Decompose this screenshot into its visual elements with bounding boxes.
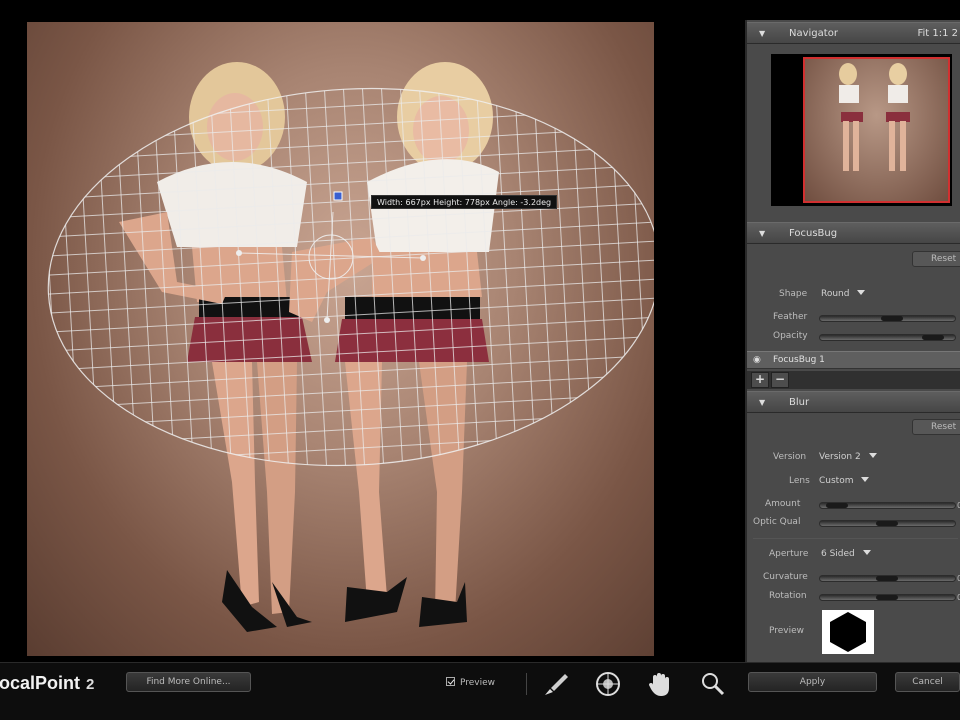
optic-qual-slider-knob[interactable]: [876, 521, 898, 526]
aperture-label: Aperture: [769, 549, 809, 559]
photo-figures: [37, 62, 654, 632]
figure-right: [289, 62, 499, 627]
rotate-handle[interactable]: [333, 191, 343, 201]
add-layer-button[interactable]: +: [751, 372, 769, 388]
blur-reset-button[interactable]: Reset: [912, 419, 960, 435]
blur-header[interactable]: ▼ Blur: [747, 391, 960, 413]
opacity-slider-knob[interactable]: [922, 335, 944, 340]
lens-dropdown[interactable]: Custom: [819, 476, 870, 486]
collapse-triangle-icon[interactable]: ▼: [759, 23, 765, 44]
focusbug-title: FocusBug: [789, 228, 838, 239]
preview-checkbox-label: Preview: [460, 678, 496, 688]
feather-slider-knob[interactable]: [881, 316, 903, 321]
chevron-down-icon: [862, 550, 871, 555]
feather-label: Feather: [773, 312, 808, 322]
preview-checkbox[interactable]: Preview: [446, 677, 495, 688]
opacity-label: Opacity: [773, 331, 808, 341]
app-version: 2: [86, 676, 95, 693]
version-value: Version 2: [819, 452, 861, 462]
rotation-slider[interactable]: [819, 594, 956, 601]
hexagon-icon: [830, 612, 866, 652]
amount-slider[interactable]: [819, 502, 956, 509]
navigator-thumbnail[interactable]: [771, 54, 952, 206]
shape-label: Shape: [779, 289, 808, 299]
brush-icon[interactable]: [541, 669, 571, 699]
opacity-slider[interactable]: [819, 334, 956, 341]
curvature-label: Curvature: [763, 572, 808, 582]
focusbug-layer-row[interactable]: ◉ FocusBug 1: [747, 351, 960, 369]
navigator-header[interactable]: ▼ Navigator Fit 1:1 2: [747, 22, 960, 44]
amount-slider-knob[interactable]: [826, 503, 848, 508]
chevron-down-icon: [861, 477, 870, 482]
apply-button[interactable]: Apply: [748, 672, 877, 692]
focusbug-reset-button[interactable]: Reset: [912, 251, 960, 267]
canvas-area[interactable]: Width: 667px Height: 778px Angle: -3.2de…: [0, 0, 745, 662]
preview-label: Preview: [769, 626, 805, 636]
dimension-tooltip: Width: 667px Height: 778px Angle: -3.2de…: [371, 195, 558, 209]
navigator-title: Navigator: [789, 28, 838, 39]
find-more-online-button[interactable]: Find More Online...: [126, 672, 251, 692]
shape-dropdown[interactable]: Round: [821, 289, 866, 299]
lens-value: Custom: [819, 476, 854, 486]
app-logo: FocalPoint 2: [0, 673, 94, 694]
photo-canvas[interactable]: Width: 667px Height: 778px Angle: -3.2de…: [27, 22, 654, 656]
checkbox-icon[interactable]: [446, 677, 455, 686]
blur-title: Blur: [789, 397, 810, 408]
right-panel: ▼ Navigator Fit 1:1 2 ▼ FocusBug Reset S…: [745, 20, 960, 662]
rotation-label: Rotation: [769, 591, 807, 601]
navigator-view-frame[interactable]: [803, 57, 950, 203]
bottom-toolbar: FocalPoint2 Find More Online... Preview …: [0, 662, 960, 720]
curvature-slider-knob[interactable]: [876, 576, 898, 581]
lens-label: Lens: [789, 476, 810, 486]
optic-qual-slider[interactable]: [819, 520, 956, 527]
feather-slider[interactable]: [819, 315, 956, 322]
shape-value: Round: [821, 289, 850, 299]
version-dropdown[interactable]: Version 2: [819, 452, 877, 462]
curvature-slider[interactable]: [819, 575, 956, 582]
eye-icon[interactable]: ◉: [753, 352, 761, 368]
focusbug-layer-name: FocusBug 1: [773, 355, 825, 365]
optic-qual-label: Optic Qual: [753, 517, 801, 527]
collapse-triangle-icon[interactable]: ▼: [759, 223, 765, 244]
aperture-value: 6 Sided: [821, 549, 855, 559]
amount-label: Amount: [765, 499, 801, 509]
focus-bug-tool-icon[interactable]: [593, 669, 623, 699]
zoom-icon[interactable]: [698, 669, 728, 699]
focusbug-header[interactable]: ▼ FocusBug: [747, 222, 960, 244]
layer-buttons: + −: [747, 371, 960, 389]
cancel-button[interactable]: Cancel: [895, 672, 960, 692]
remove-layer-button[interactable]: −: [771, 372, 789, 388]
navigator-zoom[interactable]: Fit 1:1 2: [917, 23, 958, 44]
app-name: FocalPoint: [0, 673, 81, 693]
toolbar-separator: [526, 673, 527, 695]
rotation-slider-knob[interactable]: [876, 595, 898, 600]
hand-icon[interactable]: [645, 669, 675, 699]
blur-divider: [753, 538, 958, 539]
version-label: Version: [773, 452, 807, 462]
aperture-preview: [822, 610, 874, 654]
chevron-down-icon: [857, 290, 866, 295]
chevron-down-icon: [868, 453, 877, 458]
aperture-dropdown[interactable]: 6 Sided: [821, 549, 871, 559]
collapse-triangle-icon[interactable]: ▼: [759, 392, 765, 413]
